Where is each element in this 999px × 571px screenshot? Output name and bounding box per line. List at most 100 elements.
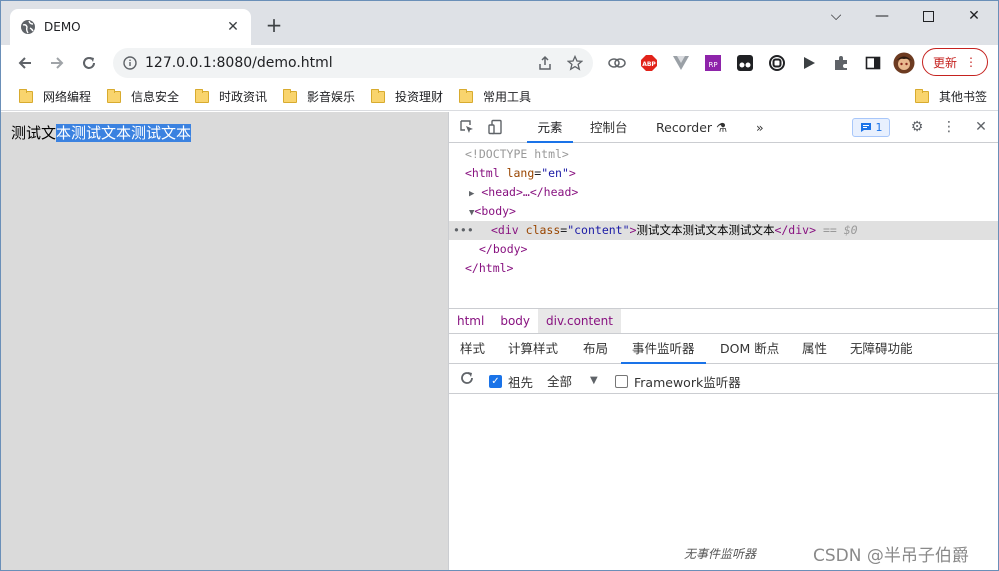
tab-demo[interactable]: DEMO ✕	[10, 9, 251, 45]
folder-icon	[371, 88, 385, 103]
filter-value: 全部	[547, 374, 573, 389]
devtools-tab-bar: 元素 控制台 Recorder ⚗ » 1 ⚙ ⋮ ✕	[449, 112, 998, 143]
update-label: 更新	[932, 55, 957, 70]
chain-extension-icon[interactable]	[767, 53, 787, 73]
other-bookmarks[interactable]: 其他书签	[915, 88, 987, 105]
extensions-puzzle-icon[interactable]	[831, 53, 851, 73]
html-close-tag: </html>	[465, 261, 514, 275]
bookmark-folder-4[interactable]: 投资理财	[371, 88, 443, 105]
update-button[interactable]: 更新 ⋮	[922, 48, 988, 76]
html-attr-value: "en"	[541, 166, 569, 180]
browser-window: DEMO ✕ + ⌵ — ✕ 127.0.0.1:8080/demo.html …	[0, 0, 999, 571]
tab-event-listeners[interactable]: 事件监听器	[621, 334, 706, 364]
side-panel-icon[interactable]	[863, 53, 883, 73]
back-button[interactable]	[11, 49, 39, 77]
breadcrumb-body[interactable]: body	[492, 309, 538, 333]
bookmark-folder-2[interactable]: 时政资讯	[195, 88, 267, 105]
checkmark-icon: ✓	[489, 375, 502, 388]
ancestors-checkbox[interactable]: ✓ 祖先	[489, 372, 533, 391]
filter-select[interactable]: 全部 ▼	[547, 371, 598, 390]
div-attr: class	[525, 223, 561, 237]
div-close-tag: </div>	[774, 223, 816, 237]
sidebar-tab-bar: 样式 计算样式 布局 事件监听器 DOM 断点 属性 无障碍功能	[449, 334, 998, 364]
reload-icon	[83, 57, 95, 69]
breadcrumb: html body div.content	[449, 308, 998, 334]
folder-icon	[195, 88, 209, 103]
svg-text:RP: RP	[708, 61, 717, 69]
maximize-button[interactable]	[905, 1, 951, 31]
tab-recorder-label: Recorder	[656, 120, 713, 135]
other-bookmarks-label: 其他书签	[939, 90, 988, 104]
new-tab-button[interactable]: +	[263, 15, 285, 37]
maximize-icon	[922, 10, 934, 22]
more-tabs-button[interactable]: »	[756, 112, 764, 143]
close-window-button[interactable]: ✕	[951, 1, 997, 31]
adblock-extension-icon[interactable]: ABP	[639, 53, 659, 73]
device-toolbar-icon[interactable]	[487, 118, 505, 136]
inspect-element-icon[interactable]	[458, 118, 476, 136]
tab-elements[interactable]: 元素	[527, 112, 573, 143]
reload-button[interactable]	[75, 49, 103, 77]
html-tag: <html	[465, 166, 500, 180]
bookmark-label: 时政资讯	[219, 90, 268, 104]
vue-extension-icon[interactable]	[671, 53, 691, 73]
ancestors-label: 祖先	[508, 375, 534, 390]
folder-icon	[107, 88, 121, 103]
content-div[interactable]: 测试文本测试文本测试文本	[11, 122, 192, 143]
div-text: 测试文本测试文本测试文本	[636, 223, 775, 237]
dom-line-body-close[interactable]: </body>	[449, 240, 998, 259]
div-tag: <div	[491, 223, 519, 237]
folder-icon	[283, 88, 297, 103]
close-tab-icon[interactable]: ✕	[225, 19, 241, 35]
toolbar: 127.0.0.1:8080/demo.html ABP RP 更新 ⋮	[1, 45, 998, 81]
tab-accessibility[interactable]: 无障碍功能	[850, 334, 913, 364]
refresh-icon[interactable]	[460, 371, 474, 388]
rp-extension-icon[interactable]: RP	[703, 53, 723, 73]
link-extension-icon[interactable]	[607, 53, 627, 73]
tab-recorder[interactable]: Recorder ⚗	[656, 112, 727, 143]
tab-dom-breakpoints[interactable]: DOM 断点	[720, 334, 779, 364]
play-extension-icon[interactable]	[799, 53, 819, 73]
info-icon[interactable]	[123, 56, 137, 70]
tampermonkey-extension-icon[interactable]	[735, 53, 755, 73]
tab-layout[interactable]: 布局	[583, 334, 608, 364]
tab-styles[interactable]: 样式	[460, 334, 485, 364]
tab-console[interactable]: 控制台	[590, 112, 628, 143]
page-viewport: 测试文本测试文本测试文本	[1, 112, 448, 570]
bookmark-folder-3[interactable]: 影音娱乐	[283, 88, 355, 105]
address-bar[interactable]: 127.0.0.1:8080/demo.html	[113, 48, 593, 78]
doctype-text: <!DOCTYPE html>	[465, 147, 569, 161]
dom-tree: <!DOCTYPE html> <html lang="en"> ▶ <head…	[449, 143, 998, 308]
close-devtools-icon[interactable]: ✕	[972, 118, 990, 136]
avatar[interactable]	[893, 52, 915, 74]
bookmark-star-icon[interactable]	[567, 55, 583, 71]
unchecked-box-icon	[615, 375, 628, 388]
dom-line-head[interactable]: ▶ <head>…</head>	[449, 183, 998, 202]
ellipsis-icon[interactable]: •••	[453, 221, 474, 240]
bookmark-label: 投资理财	[395, 90, 444, 104]
forward-button[interactable]	[43, 49, 71, 77]
tab-search-chevron-icon[interactable]: ⌵	[813, 1, 859, 31]
url-text: 127.0.0.1:8080/demo.html	[145, 55, 333, 71]
share-icon[interactable]	[537, 55, 553, 71]
bookmark-folder-5[interactable]: 常用工具	[459, 88, 531, 105]
issues-count: 1	[875, 121, 883, 134]
breadcrumb-html[interactable]: html	[449, 309, 492, 333]
minimize-button[interactable]: —	[859, 1, 905, 31]
tab-computed[interactable]: 计算样式	[508, 334, 558, 364]
dom-line-body[interactable]: ▼<body>	[449, 202, 998, 221]
more-options-icon[interactable]: ⋮	[940, 118, 958, 136]
bookmark-folder-1[interactable]: 信息安全	[107, 88, 179, 105]
bookmark-folder-0[interactable]: 网络编程	[19, 88, 91, 105]
dom-line-doctype[interactable]: <!DOCTYPE html>	[449, 145, 998, 164]
folder-icon	[19, 88, 33, 103]
breadcrumb-div-content[interactable]: div.content	[538, 309, 621, 333]
dom-line-html-close[interactable]: </html>	[449, 259, 998, 278]
issues-badge[interactable]: 1	[852, 118, 890, 137]
expand-triangle-icon[interactable]: ▶	[469, 189, 474, 199]
framework-listeners-checkbox[interactable]: Framework监听器	[615, 372, 741, 391]
dom-line-div-selected[interactable]: ••• <div class="content">测试文本测试文本测试文本</d…	[449, 221, 998, 240]
dom-line-html[interactable]: <html lang="en">	[449, 164, 998, 183]
tab-properties[interactable]: 属性	[802, 334, 827, 364]
settings-gear-icon[interactable]: ⚙	[908, 118, 926, 136]
